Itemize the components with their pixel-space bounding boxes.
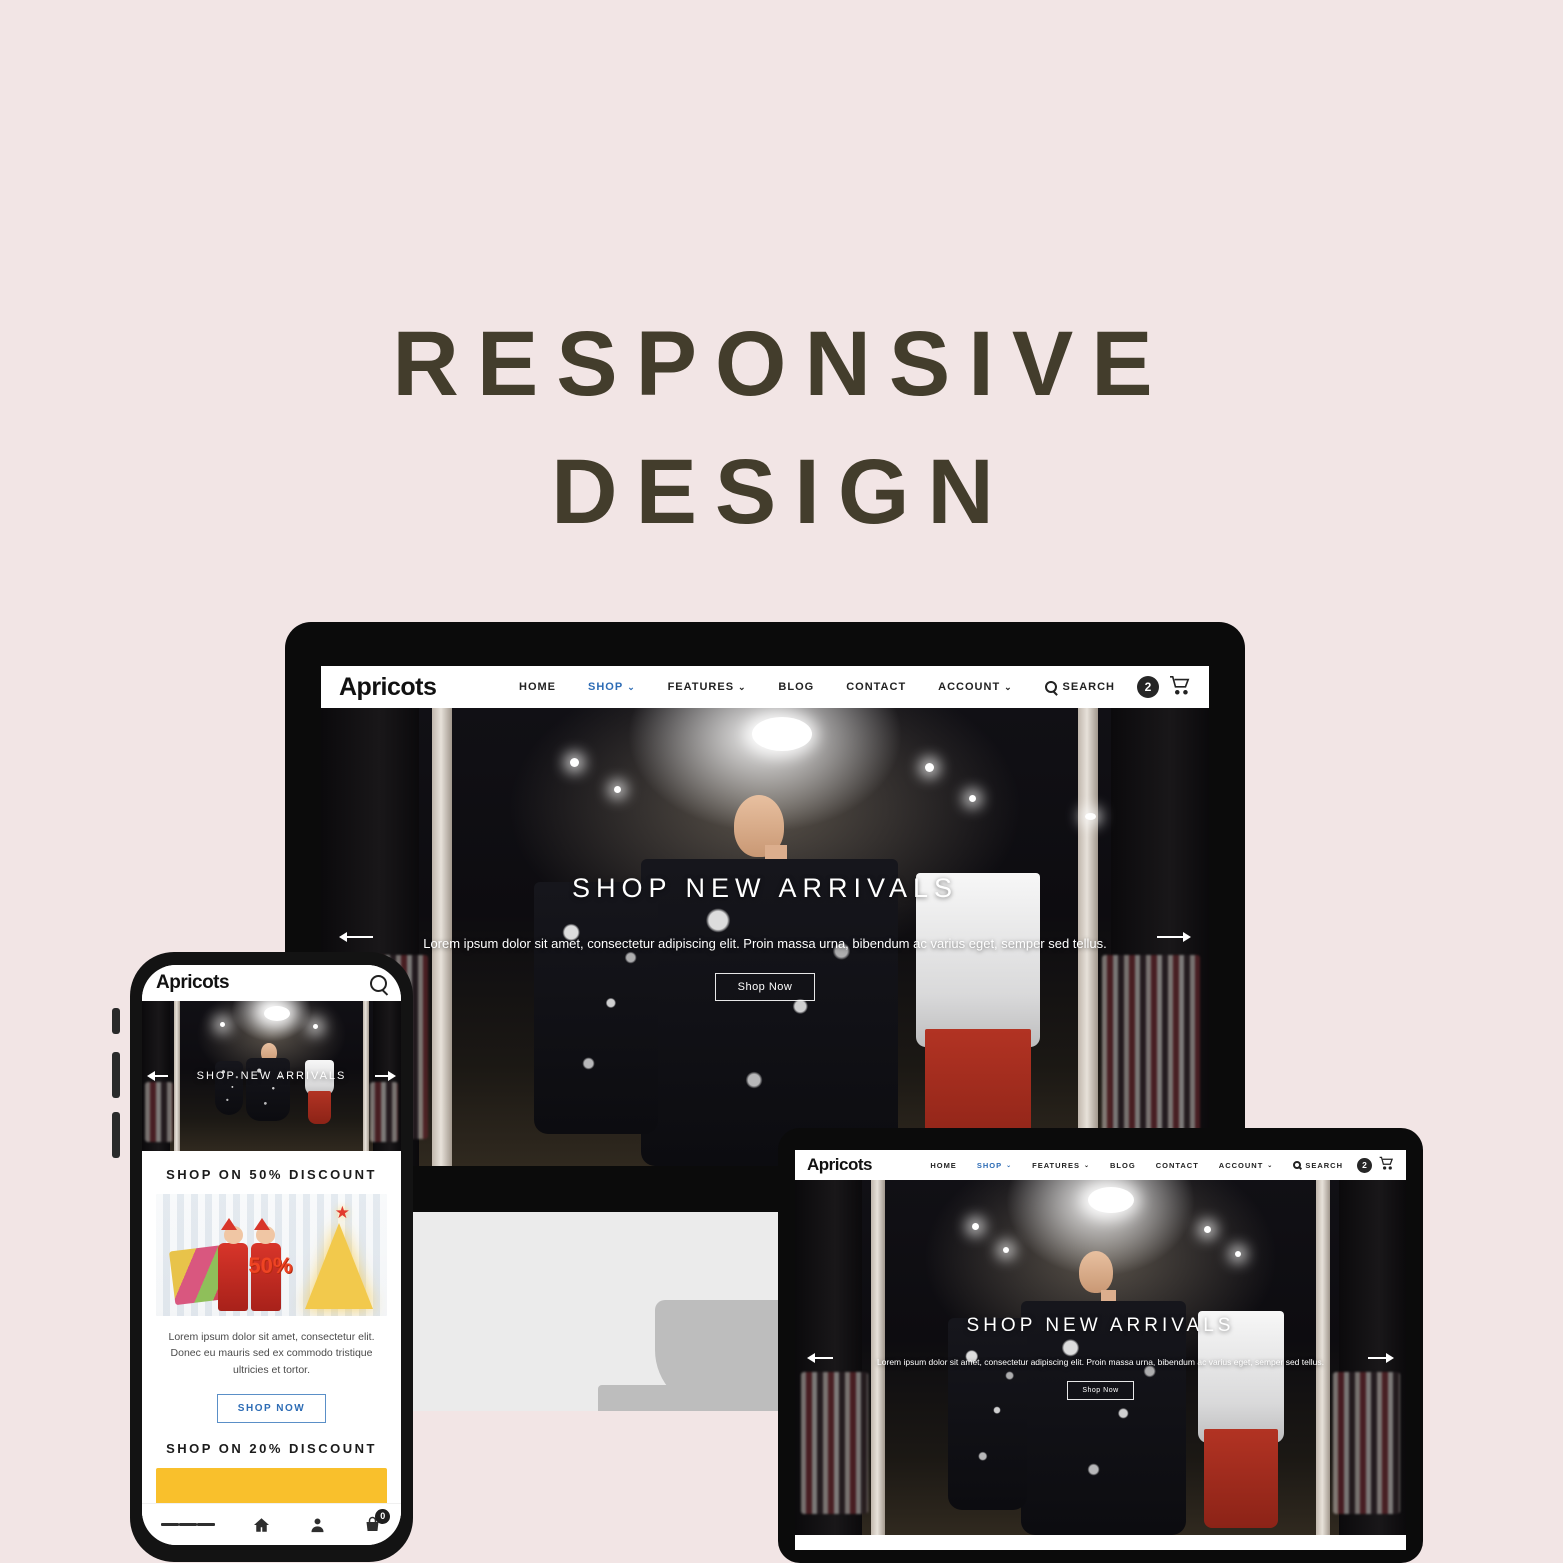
phone-header: Apricots [142, 965, 401, 1001]
menu-icon[interactable] [160, 1521, 215, 1529]
nav-item-shop[interactable]: SHOP ⌄ [588, 681, 636, 693]
chevron-down-icon: ⌄ [738, 681, 747, 692]
bag-count-badge: 0 [375, 1508, 391, 1524]
desktop-navbar: Apricots HOME SHOP ⌄ FEATURES ⌄ BLOG CON… [321, 666, 1209, 708]
cart-count-badge: 2 [1357, 1157, 1372, 1173]
chevron-down-icon: ⌄ [627, 681, 636, 692]
shop-now-button[interactable]: SHOP NOW [216, 1393, 327, 1423]
nav-item-features[interactable]: FEATURES ⌄ [668, 681, 747, 693]
promo-image-christmas: ★ 50% [156, 1194, 387, 1316]
nav-item-shop[interactable]: SHOP ⌄ [977, 1161, 1012, 1170]
nav-item-home[interactable]: HOME [930, 1161, 957, 1170]
nav-links: HOME SHOP ⌄ FEATURES ⌄ BLOG CONTACT ACCO [930, 1161, 1293, 1170]
hero-subtitle: Lorem ipsum dolor sit amet, consectetur … [423, 936, 1107, 951]
tablet-navbar: Apricots HOME SHOP ⌄ FEATURES ⌄ BLOG CON… [795, 1150, 1406, 1180]
nav-label: ACCOUNT [1218, 1160, 1264, 1170]
hero-overlay: SHOP NEW ARRIVALS Lorem ipsum dolor sit … [321, 708, 1209, 1166]
nav-item-features[interactable]: FEATURES ⌄ [1032, 1161, 1090, 1170]
hero-overlay: SHOP NEW ARRIVALS Lorem ipsum dolor sit … [795, 1180, 1406, 1535]
brand-logo[interactable]: Apricots [339, 673, 437, 702]
phone-hero-carousel: SHOP NEW ARRIVALS [142, 1001, 401, 1151]
search-icon [1293, 1161, 1302, 1170]
nav-right-actions: SEARCH 2 [1044, 675, 1191, 700]
carousel-next-arrow[interactable] [1157, 932, 1192, 942]
phone-brand-logo[interactable]: Apricots [156, 972, 230, 994]
chevron-down-icon: ⌄ [1006, 1162, 1013, 1169]
page-title: RESPONSIVE DESIGN [0, 300, 1563, 556]
nav-label: BLOG [778, 681, 815, 693]
phone-mockup: Apricots SHOP NEW ARRIVALS SHOP ON 50% D… [118, 952, 413, 1562]
phone-bottom-navbar: 0 [142, 1503, 401, 1545]
nav-label: CONTACT [846, 681, 907, 693]
desktop-monitor-mockup: Apricots HOME SHOP ⌄ FEATURES ⌄ BLOG CON… [285, 622, 1245, 1212]
search-label: SEARCH [1305, 1160, 1343, 1170]
search-label: SEARCH [1062, 681, 1115, 693]
nav-item-home[interactable]: HOME [519, 681, 556, 693]
tablet-hero-carousel: SHOP NEW ARRIVALS Lorem ipsum dolor sit … [795, 1180, 1406, 1535]
phone-screen: Apricots SHOP NEW ARRIVALS SHOP ON 50% D… [142, 965, 401, 1545]
nav-label: BLOG [1110, 1160, 1136, 1170]
search-button[interactable]: SEARCH [1044, 681, 1115, 696]
account-icon[interactable] [309, 1516, 326, 1534]
nav-links: HOME SHOP ⌄ FEATURES ⌄ BLOG CONTACT ACCO [519, 681, 1045, 693]
nav-item-contact[interactable]: CONTACT [1156, 1161, 1199, 1170]
cart-icon[interactable] [1169, 675, 1191, 700]
brand-logo[interactable]: Apricots [807, 1155, 872, 1175]
hero-title: SHOP NEW ARRIVALS [966, 1315, 1235, 1336]
nav-label: FEATURES [667, 681, 735, 693]
headline-line-2: DESIGN [551, 441, 1012, 543]
chevron-down-icon: ⌄ [1004, 681, 1013, 692]
search-icon [1044, 681, 1058, 696]
cart-icon[interactable] [1379, 1156, 1394, 1175]
tablet-page-footer-strip [795, 1535, 1406, 1550]
nav-label: FEATURES [1032, 1160, 1080, 1170]
nav-item-contact[interactable]: CONTACT [846, 681, 906, 693]
headline-line-1: RESPONSIVE [392, 313, 1171, 415]
hero-shop-now-button[interactable]: Shop Now [714, 973, 816, 1001]
nav-label: SHOP [588, 681, 624, 693]
nav-item-blog[interactable]: BLOG [1110, 1161, 1136, 1170]
carousel-next-arrow[interactable] [374, 1071, 396, 1081]
nav-label: CONTACT [1155, 1160, 1199, 1170]
hero-title: SHOP NEW ARRIVALS [196, 1070, 347, 1082]
home-icon[interactable] [252, 1516, 271, 1534]
carousel-prev-arrow[interactable] [147, 1071, 169, 1081]
chevron-down-icon: ⌄ [1267, 1162, 1274, 1169]
discount-badge: 50% [248, 1253, 293, 1279]
promo-heading-50: SHOP ON 50% DISCOUNT [166, 1167, 377, 1182]
nav-item-account[interactable]: ACCOUNT ⌄ [938, 681, 1012, 693]
nav-item-blog[interactable]: BLOG [778, 681, 814, 693]
bag-icon[interactable]: 0 [363, 1508, 391, 1534]
search-icon[interactable] [370, 974, 389, 996]
nav-label: HOME [519, 681, 557, 693]
cart-count-badge: 2 [1137, 676, 1159, 698]
desktop-screen: Apricots HOME SHOP ⌄ FEATURES ⌄ BLOG CON… [321, 666, 1209, 1166]
tablet-screen: Apricots HOME SHOP ⌄ FEATURES ⌄ BLOG CON… [795, 1150, 1406, 1550]
chevron-down-icon: ⌄ [1083, 1162, 1091, 1169]
hero-overlay: SHOP NEW ARRIVALS [142, 1001, 401, 1151]
hero-title: SHOP NEW ARRIVALS [571, 873, 959, 903]
promo-heading-20: SHOP ON 20% DISCOUNT [166, 1440, 377, 1456]
nav-right-actions: SEARCH 2 [1293, 1156, 1394, 1175]
nav-label: ACCOUNT [938, 681, 1001, 693]
star-icon: ★ [334, 1203, 351, 1223]
nav-item-account[interactable]: ACCOUNT ⌄ [1219, 1161, 1274, 1170]
search-button[interactable]: SEARCH [1293, 1161, 1343, 1170]
carousel-prev-arrow[interactable] [338, 932, 373, 942]
hero-shop-now-button[interactable]: Shop Now [1067, 1381, 1134, 1400]
promo-button-row: SHOP NOW [142, 1378, 401, 1441]
tablet-mockup: Apricots HOME SHOP ⌄ FEATURES ⌄ BLOG CON… [778, 1128, 1423, 1563]
desktop-hero-carousel: SHOP NEW ARRIVALS Lorem ipsum dolor sit … [321, 708, 1209, 1166]
carousel-next-arrow[interactable] [1367, 1352, 1394, 1363]
hero-subtitle: Lorem ipsum dolor sit amet, consectetur … [877, 1357, 1324, 1367]
phone-content: SHOP ON 50% DISCOUNT ★ 50% Lorem ipsum d… [142, 1151, 401, 1516]
nav-label: HOME [930, 1160, 957, 1170]
model-figure [218, 1218, 249, 1312]
carousel-prev-arrow[interactable] [807, 1352, 834, 1363]
nav-label: SHOP [976, 1160, 1003, 1170]
promo-description: Lorem ipsum dolor sit amet, consectetur … [168, 1331, 375, 1376]
